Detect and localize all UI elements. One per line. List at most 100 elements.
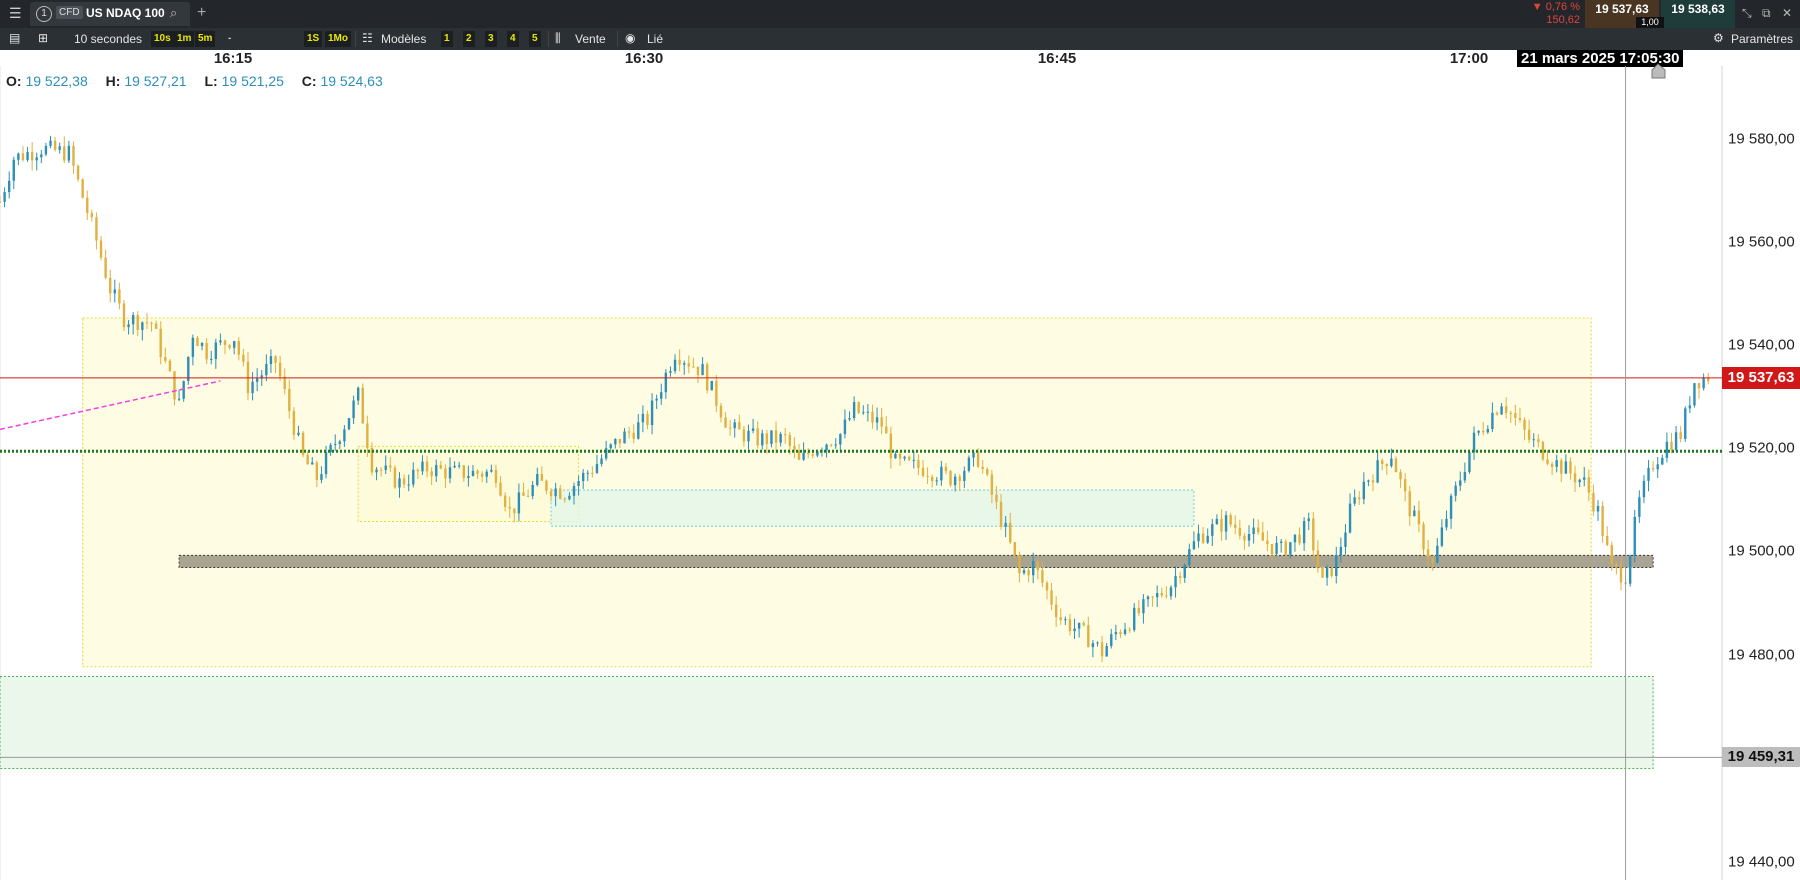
candle-body xyxy=(972,452,975,458)
candle-body xyxy=(806,452,810,455)
candle-body xyxy=(95,217,98,241)
candle-body xyxy=(1082,622,1085,626)
candle-body xyxy=(361,387,364,424)
candle-body xyxy=(1376,460,1379,483)
candle-body xyxy=(26,152,29,160)
candle-body xyxy=(650,400,654,425)
candle-body xyxy=(1128,629,1131,631)
candle-body xyxy=(444,468,447,479)
candle-body xyxy=(1335,554,1338,576)
candle-body xyxy=(843,419,847,435)
candle-body xyxy=(1390,458,1393,467)
candle-body xyxy=(1702,377,1705,389)
candle-body xyxy=(223,340,227,345)
candle-body xyxy=(278,362,282,377)
candle-body xyxy=(908,456,911,460)
candle-body xyxy=(953,476,957,486)
candle-body xyxy=(315,462,319,480)
green-zone xyxy=(0,676,1654,770)
candle-body xyxy=(35,157,38,161)
candle-body xyxy=(228,344,231,348)
candle-body xyxy=(1325,567,1329,578)
candle-body xyxy=(531,485,534,497)
candle-body xyxy=(255,378,259,382)
candle-body xyxy=(917,459,920,468)
candle-body xyxy=(1463,472,1467,481)
candle-body xyxy=(1004,522,1007,527)
candle-body xyxy=(522,492,525,496)
candle-body xyxy=(1353,497,1356,504)
candle-body xyxy=(921,467,925,476)
candle-body xyxy=(825,444,828,451)
candle-body xyxy=(1436,545,1439,563)
candle-body xyxy=(265,364,268,376)
candle-body xyxy=(1550,463,1554,467)
candle-body xyxy=(1073,628,1076,632)
candle-body xyxy=(44,145,48,155)
candle-body xyxy=(1417,510,1421,525)
candle-body xyxy=(664,372,668,393)
candle-body xyxy=(159,328,162,357)
candle-body xyxy=(320,474,323,480)
candle-body xyxy=(1564,461,1568,474)
candle-body xyxy=(86,197,89,214)
candle-body xyxy=(678,359,681,365)
candle-body xyxy=(1514,412,1517,418)
candle-body xyxy=(1371,480,1375,483)
candle-body xyxy=(1054,604,1058,618)
candle-body xyxy=(1647,467,1650,481)
candle-body xyxy=(1527,429,1531,440)
candle-body xyxy=(131,314,135,325)
candle-body xyxy=(1426,549,1430,559)
candle-body xyxy=(40,154,43,158)
candle-body xyxy=(1100,642,1104,657)
candle-body xyxy=(701,364,704,376)
candle-body xyxy=(559,488,562,499)
candle-body xyxy=(1068,619,1072,632)
candle-body xyxy=(1688,405,1692,409)
price-chart[interactable] xyxy=(0,0,1800,880)
candle-body xyxy=(1638,497,1641,517)
candle-body xyxy=(1133,607,1136,630)
candle-body xyxy=(1293,534,1297,543)
candle-body xyxy=(1027,570,1030,576)
candle-body xyxy=(251,381,254,394)
candle-body xyxy=(779,434,782,443)
candle-body xyxy=(1697,383,1701,389)
candle-body xyxy=(384,465,387,470)
scroll-marker-icon[interactable] xyxy=(1651,63,1666,79)
candle-body xyxy=(577,481,580,487)
candle-body xyxy=(1289,542,1292,555)
candle-body xyxy=(1665,441,1669,458)
candle-body xyxy=(242,354,245,362)
candle-body xyxy=(1307,518,1310,522)
candle-body xyxy=(1119,632,1122,634)
candle-body xyxy=(885,426,888,434)
candle-body xyxy=(1238,527,1242,536)
candle-body xyxy=(1619,566,1623,583)
candle-body xyxy=(1560,460,1563,474)
candle-body xyxy=(1523,419,1526,430)
candle-body xyxy=(1224,515,1228,532)
close-value: 19 524,63 xyxy=(320,73,383,89)
candle-body xyxy=(292,411,296,435)
candle-body xyxy=(797,450,801,460)
candle-body xyxy=(389,465,392,468)
candle-body xyxy=(90,213,94,218)
candle-body xyxy=(1022,570,1026,574)
candle-body xyxy=(435,465,438,477)
price-label: 19 480,00 xyxy=(1728,646,1795,664)
candle-body xyxy=(210,358,213,360)
candle-body xyxy=(614,438,617,445)
candle-body xyxy=(297,432,300,435)
candle-body xyxy=(912,459,916,461)
candle-body xyxy=(976,452,980,467)
candle-body xyxy=(1105,646,1108,657)
candle-body xyxy=(866,411,870,413)
candle-body xyxy=(1642,480,1646,498)
candle-body xyxy=(756,428,759,446)
candle-body xyxy=(72,145,75,166)
candle-body xyxy=(981,466,984,470)
candle-body xyxy=(517,492,521,514)
candle-body xyxy=(508,506,511,509)
